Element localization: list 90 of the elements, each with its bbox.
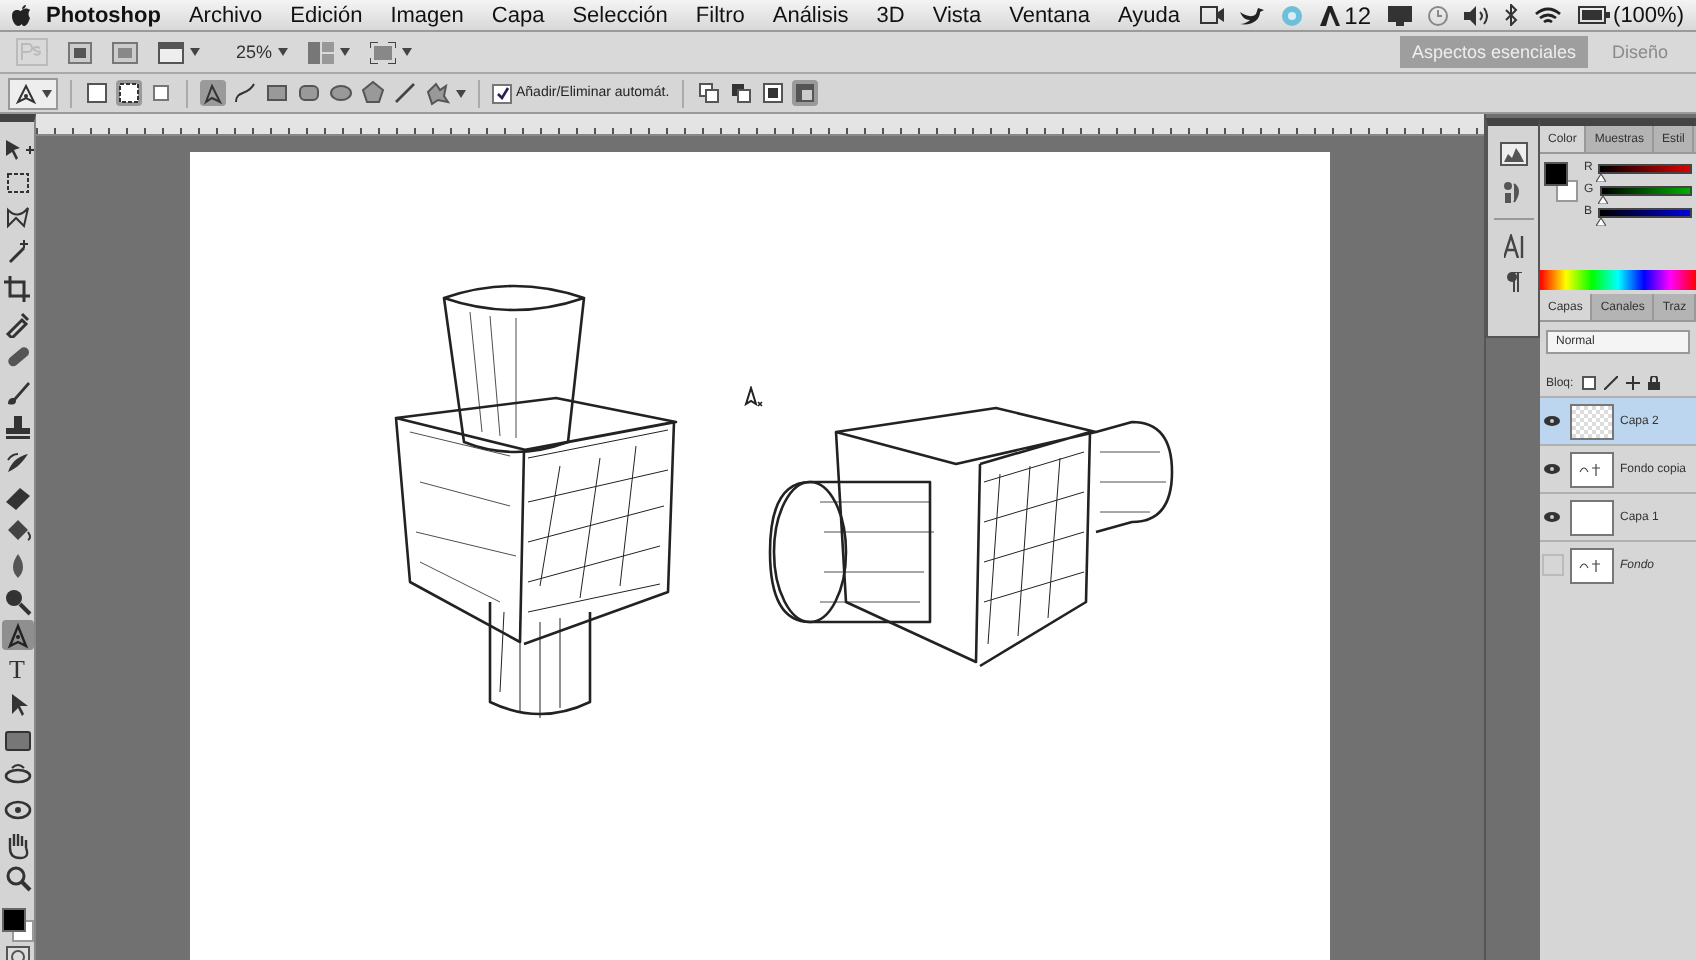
auto-add-checkbox[interactable]	[492, 83, 512, 103]
tool-button[interactable]	[1, 586, 33, 617]
arrange-documents-icon[interactable]	[308, 41, 335, 63]
eye-icon[interactable]	[1544, 512, 1560, 522]
color-swatches-icon[interactable]	[1, 907, 33, 942]
menu-item[interactable]: Archivo	[174, 3, 277, 27]
exclude-shape-icon[interactable]	[791, 80, 818, 106]
menu-item[interactable]: 3D	[862, 3, 919, 27]
menu-item[interactable]: Ayuda	[1103, 3, 1194, 27]
caret-icon	[402, 48, 413, 56]
eye-icon[interactable]	[1544, 464, 1560, 474]
menu-item[interactable]: Análisis	[758, 3, 863, 27]
tool-button[interactable]	[1, 620, 33, 651]
caret-icon	[278, 48, 289, 56]
menu-item[interactable]: Selección	[558, 3, 682, 27]
menu-item[interactable]: Imagen	[376, 3, 478, 27]
eye-icon[interactable]	[1544, 416, 1560, 426]
rounded-rectangle-icon[interactable]	[296, 80, 322, 106]
menu-item[interactable]: Ventana	[995, 3, 1104, 27]
layer-thumbnail	[1570, 403, 1614, 439]
menu-item[interactable]: Filtro	[681, 3, 759, 27]
camera-icon[interactable]	[1200, 6, 1225, 24]
layer-thumbnail	[1570, 499, 1614, 535]
caret-icon	[190, 48, 200, 56]
paths-icon[interactable]	[116, 80, 142, 106]
tool-button[interactable]	[1, 864, 33, 895]
caret-icon	[42, 89, 52, 97]
marquee-icon	[1, 168, 33, 199]
line-icon[interactable]	[392, 80, 418, 106]
view-extras-icon[interactable]	[158, 41, 184, 63]
screen-mode-icon[interactable]	[370, 41, 397, 63]
battery-percentage: (100%)	[1613, 3, 1684, 27]
shape-layers-icon[interactable]	[84, 80, 110, 106]
app-menu[interactable]: Photoshop	[32, 3, 175, 27]
lasso-icon	[1, 203, 33, 234]
lock-move-icon[interactable]	[1625, 376, 1640, 390]
type-tool[interactable]: T	[1, 655, 33, 686]
menu-item[interactable]: Vista	[918, 3, 996, 27]
rectangle-icon[interactable]	[264, 80, 290, 106]
lock-transparency-icon[interactable]	[1581, 376, 1596, 390]
histogram-icon[interactable]	[1499, 142, 1527, 166]
bird-icon[interactable]	[1240, 5, 1265, 25]
tool-button[interactable]	[1, 273, 33, 304]
tool-button[interactable]	[1, 447, 33, 478]
wifi-icon[interactable]	[1533, 5, 1562, 25]
tool-button[interactable]	[1, 307, 33, 338]
rectangle-icon	[1, 725, 33, 756]
dodge-icon	[1, 586, 33, 617]
speaker-icon[interactable]	[1463, 5, 1488, 25]
pen-cursor-icon	[744, 386, 764, 408]
monitor-icon[interactable]	[1387, 5, 1412, 25]
color-spectrum[interactable]	[1540, 270, 1696, 290]
lock-brush-icon[interactable]	[1603, 376, 1618, 390]
pen-icon[interactable]	[14, 81, 38, 105]
clock-icon[interactable]	[1427, 5, 1448, 25]
paragraph-icon[interactable]	[1505, 272, 1521, 292]
custom-shape-icon[interactable]	[424, 80, 450, 106]
lock-icon[interactable]	[1647, 376, 1660, 390]
pen-tool-icon[interactable]	[200, 80, 226, 106]
freeform-pen-icon[interactable]	[232, 80, 258, 106]
subtract-shape-icon[interactable]	[727, 80, 754, 106]
zoom-level[interactable]: 25%	[236, 42, 273, 62]
caret-icon	[456, 89, 466, 97]
tool-button[interactable]	[1, 168, 33, 199]
character-icon[interactable]	[1503, 234, 1523, 258]
bluetooth-icon[interactable]	[1503, 4, 1518, 26]
apple-icon	[12, 3, 32, 27]
tool-button[interactable]	[1, 203, 33, 234]
check-icon	[495, 86, 509, 100]
eyedropper-icon	[1, 307, 33, 338]
history-brush-icon	[1, 447, 33, 478]
crop-icon	[1, 273, 33, 304]
caret-icon	[340, 48, 351, 56]
stamp-icon	[1, 412, 33, 443]
tool-button[interactable]	[1, 412, 33, 443]
fill-pixels-icon[interactable]	[148, 80, 174, 106]
menu-item[interactable]: Edición	[276, 3, 377, 27]
intersect-shape-icon[interactable]	[759, 80, 786, 106]
update-count: 12	[1344, 1, 1372, 29]
combine-shape-icon[interactable]	[695, 80, 722, 106]
color-swatches-icon[interactable]	[1544, 162, 1578, 202]
adjustment-icon[interactable]	[1501, 180, 1525, 204]
polygon-icon[interactable]	[360, 80, 386, 106]
ellipse-icon[interactable]	[328, 80, 354, 106]
move-tool-icon	[1, 134, 33, 164]
zoom-icon	[1, 864, 33, 895]
tool-button[interactable]	[1, 725, 33, 756]
tool-button[interactable]	[1, 134, 33, 164]
menu-item[interactable]: Capa	[477, 3, 559, 27]
battery-icon[interactable]	[1577, 6, 1610, 24]
